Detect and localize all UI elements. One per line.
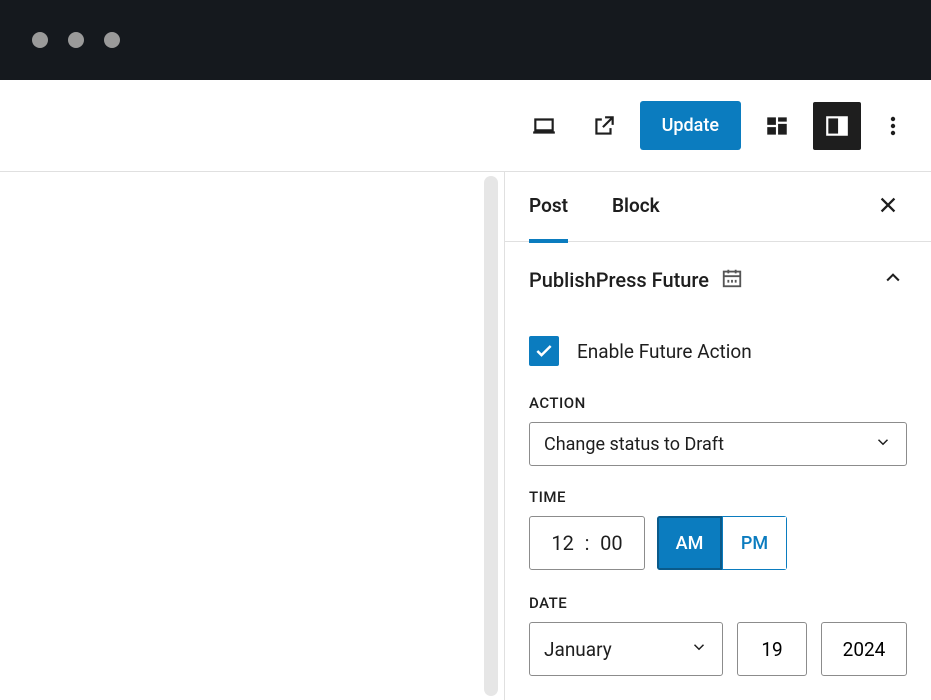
tab-post[interactable]: Post	[529, 172, 568, 243]
panel-header[interactable]: PublishPress Future	[505, 242, 931, 310]
am-button[interactable]: AM	[657, 516, 722, 570]
time-colon: :	[585, 531, 590, 555]
columns-icon	[764, 113, 790, 139]
minute-input[interactable]	[597, 531, 625, 555]
traffic-light-zoom[interactable]	[104, 32, 120, 48]
action-select-value: Change status to Draft	[544, 434, 724, 455]
time-row: : AM PM	[529, 516, 907, 570]
chevron-down-icon	[690, 638, 708, 661]
ampm-toggle: AM PM	[657, 516, 787, 570]
external-link-button[interactable]	[580, 102, 628, 150]
sidebar-icon	[824, 113, 850, 139]
laptop-icon	[531, 113, 557, 139]
kebab-icon	[890, 114, 896, 138]
calendar-icon	[721, 267, 743, 293]
update-button[interactable]: Update	[640, 101, 741, 150]
more-options-button[interactable]	[873, 102, 913, 150]
close-icon	[877, 194, 899, 216]
chevron-up-icon	[883, 268, 903, 288]
enable-future-action-label: Enable Future Action	[577, 340, 752, 363]
pm-button[interactable]: PM	[722, 516, 787, 570]
date-row: January	[529, 622, 907, 676]
traffic-light-close[interactable]	[32, 32, 48, 48]
traffic-light-minimize[interactable]	[68, 32, 84, 48]
settings-sidebar-button[interactable]	[813, 102, 861, 150]
collapse-panel-button[interactable]	[879, 264, 907, 296]
chevron-down-icon	[874, 433, 892, 456]
panel-title: PublishPress Future	[529, 268, 709, 292]
scrollbar[interactable]	[484, 176, 498, 696]
month-select[interactable]: January	[529, 622, 723, 676]
hour-input[interactable]	[549, 531, 577, 555]
date-label: Date	[529, 594, 907, 612]
month-value: January	[544, 638, 612, 661]
window-titlebar	[0, 0, 931, 80]
editor-canvas[interactable]	[0, 172, 484, 700]
enable-future-action-checkbox[interactable]	[529, 336, 559, 366]
tab-block[interactable]: Block	[612, 172, 660, 243]
editor-toolbar: Update	[0, 80, 931, 172]
time-label: Time	[529, 488, 907, 506]
settings-sidebar: Post Block PublishPress Future Enable Fu…	[504, 172, 931, 700]
list-view-button[interactable]	[753, 102, 801, 150]
action-select[interactable]: Change status to Draft	[529, 422, 907, 466]
close-sidebar-button[interactable]	[869, 186, 907, 228]
external-link-icon	[591, 113, 617, 139]
checkmark-icon	[534, 341, 554, 361]
enable-future-action-row: Enable Future Action	[529, 336, 907, 366]
editor-layout: Post Block PublishPress Future Enable Fu…	[0, 172, 931, 700]
year-input[interactable]	[821, 622, 907, 676]
preview-desktop-button[interactable]	[520, 102, 568, 150]
action-label: Action	[529, 394, 907, 412]
sidebar-tabs: Post Block	[505, 172, 931, 242]
panel-body: Enable Future Action Action Change statu…	[505, 310, 931, 684]
day-input[interactable]	[737, 622, 807, 676]
time-input-box: :	[529, 516, 645, 570]
